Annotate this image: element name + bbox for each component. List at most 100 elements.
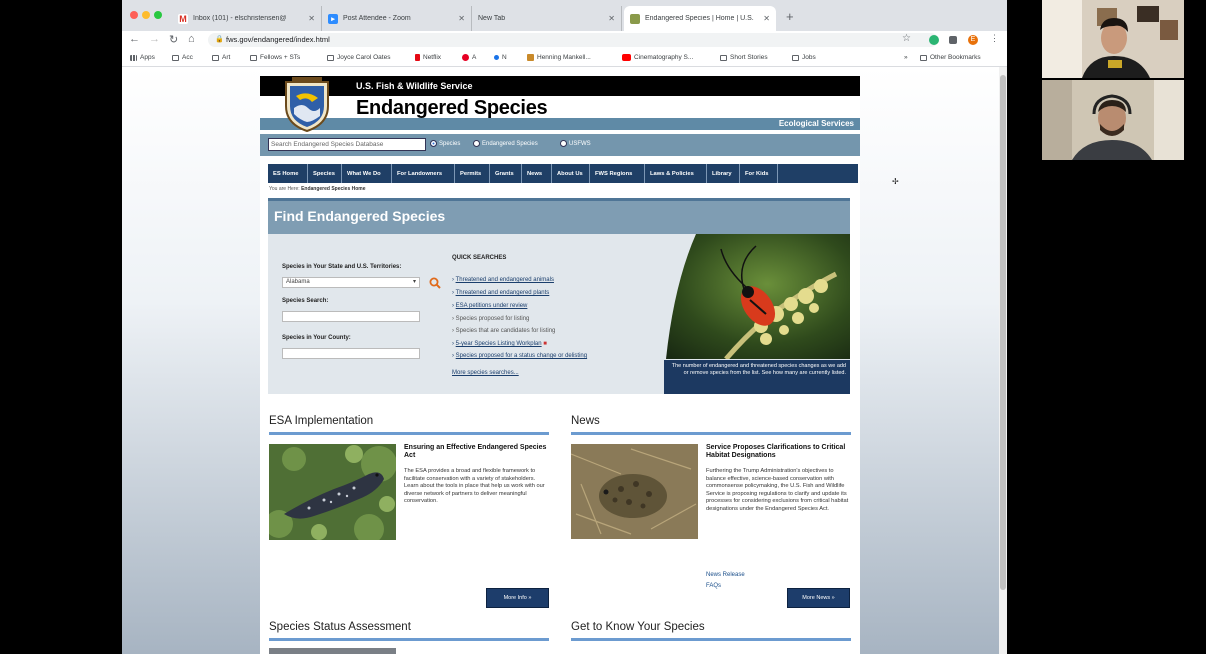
- forward-icon[interactable]: →: [149, 33, 160, 45]
- home-icon[interactable]: ⌂: [188, 33, 195, 45]
- quick-link[interactable]: › Threatened and endangered animals: [452, 277, 554, 283]
- salamander-photo: [269, 444, 396, 540]
- agency-name: U.S. Fish & Wildlife Service: [356, 81, 473, 91]
- quick-link[interactable]: › 5-year Species Listing Workplan ■: [452, 341, 547, 347]
- esa-article-title[interactable]: Ensuring an Effective Endangered Species…: [404, 444, 552, 460]
- address-bar[interactable]: 🔒 fws.gov/endangered/index.html: [208, 33, 938, 47]
- more-news-button[interactable]: More News »: [787, 588, 850, 608]
- page-viewport: U.S. Fish & Wildlife Service Endangered …: [122, 67, 999, 654]
- species-search-label: Species Search:: [282, 298, 329, 304]
- lock-icon: 🔒: [215, 36, 224, 43]
- scrollbar-thumb[interactable]: [1000, 75, 1006, 590]
- nav-species[interactable]: Species: [308, 164, 342, 183]
- bookmark-art[interactable]: Art: [212, 54, 230, 61]
- bookmark-cinematography[interactable]: Cinematography S...: [622, 54, 693, 61]
- extensions-puzzle-icon[interactable]: [949, 36, 957, 44]
- beetle-photo: [666, 234, 850, 359]
- site-search-input[interactable]: Search Endangered Species Database: [268, 138, 426, 151]
- bookmark-star-icon[interactable]: ☆: [902, 33, 911, 44]
- page-scrollbar[interactable]: [999, 67, 1007, 654]
- bookmark-fellows[interactable]: Fellows + STs: [250, 54, 300, 61]
- bookmark-a[interactable]: A: [462, 54, 476, 61]
- back-icon[interactable]: ←: [129, 33, 140, 45]
- section-rule: [571, 432, 851, 435]
- search-icon[interactable]: [429, 277, 441, 289]
- tab-gmail[interactable]: M Inbox (101) - elschristensen@ ✕: [172, 6, 322, 31]
- new-tab-button[interactable]: +: [786, 9, 794, 24]
- county-input[interactable]: [282, 348, 420, 359]
- tab-endangered-species[interactable]: Endangered Species | Home | U.S. ✕: [624, 6, 776, 31]
- bookmark-short-stories[interactable]: Short Stories: [720, 54, 768, 61]
- close-tab-icon[interactable]: ✕: [308, 14, 315, 23]
- county-label: Species in Your County:: [282, 335, 351, 341]
- bookmark-henning-mankell[interactable]: Henning Mankell...: [527, 54, 591, 61]
- species-count-caption[interactable]: The number of endangered and threatened …: [664, 360, 850, 394]
- profile-avatar[interactable]: E: [968, 35, 978, 45]
- bookmark-acc[interactable]: Acc: [172, 54, 193, 61]
- scope-radio-usfws[interactable]: USFWS: [560, 140, 591, 147]
- more-info-button[interactable]: More Info »: [486, 588, 549, 608]
- folder-icon: [212, 54, 219, 61]
- pinterest-icon: [462, 54, 469, 61]
- scope-radio-species[interactable]: Species: [430, 140, 460, 147]
- maximize-window-button[interactable]: [154, 11, 162, 19]
- bookmark-netflix[interactable]: Netflix: [415, 54, 441, 61]
- faqs-link[interactable]: FAQs: [706, 583, 721, 589]
- browser-window: M Inbox (101) - elschristensen@ ✕ ▸ Post…: [122, 0, 1007, 654]
- bookmark-other[interactable]: Other Bookmarks: [920, 54, 981, 61]
- folder-icon: [172, 54, 179, 61]
- more-species-searches-link[interactable]: More species searches...: [452, 370, 519, 376]
- minimize-window-button[interactable]: [142, 11, 150, 19]
- close-tab-icon[interactable]: ✕: [458, 14, 465, 23]
- fws-favicon-icon: [630, 13, 640, 24]
- bookmark-joyce-carol-oates[interactable]: Joyce Carol Oates: [327, 54, 390, 61]
- close-window-button[interactable]: [130, 11, 138, 19]
- nav-about-us[interactable]: About Us: [552, 164, 590, 183]
- close-tab-icon[interactable]: ✕: [608, 14, 615, 23]
- apps-grid-icon: [130, 54, 137, 61]
- browser-toolbar: ← → ↻ ⌂ 🔒 fws.gov/endangered/index.html …: [122, 31, 1007, 49]
- site-search-bar: Search Endangered Species Database Speci…: [260, 134, 860, 156]
- quick-link[interactable]: › Species that are candidates for listin…: [452, 328, 555, 334]
- nav-for-landowners[interactable]: For Landowners: [392, 164, 455, 183]
- more-bookmarks-button[interactable]: »: [904, 54, 908, 61]
- nav-es-home[interactable]: ES Home: [268, 164, 308, 183]
- bookmark-apps[interactable]: Apps: [130, 54, 155, 61]
- extension-grammarly-icon[interactable]: [929, 35, 939, 45]
- species-search-input[interactable]: [282, 311, 420, 322]
- find-species-panel: Find Endangered Species Species in Your …: [268, 198, 850, 394]
- quick-link[interactable]: › Threatened and endangered plants: [452, 290, 549, 296]
- nav-for-kids[interactable]: For Kids: [740, 164, 778, 183]
- nav-fws-regions[interactable]: FWS Regions: [590, 164, 645, 183]
- scope-radio-endangered-species[interactable]: Endangered Species: [473, 140, 538, 147]
- nav-what-we-do[interactable]: What We Do: [342, 164, 392, 183]
- nav-laws-policies[interactable]: Laws & Policies: [645, 164, 707, 183]
- news-article-title[interactable]: Service Proposes Clarifications to Criti…: [706, 444, 854, 460]
- netflix-icon: [415, 54, 420, 61]
- nav-permits[interactable]: Permits: [455, 164, 490, 183]
- nav-grants[interactable]: Grants: [490, 164, 522, 183]
- tab-new-tab[interactable]: New Tab ✕: [472, 6, 622, 31]
- fws-shield-logo-icon[interactable]: [282, 76, 332, 132]
- nav-library[interactable]: Library: [707, 164, 740, 183]
- news-release-link[interactable]: News Release: [706, 572, 745, 578]
- youtube-icon: [622, 54, 631, 61]
- ecological-services-label[interactable]: Ecological Services: [779, 119, 854, 128]
- close-tab-icon[interactable]: ✕: [763, 14, 770, 23]
- folder-icon: [327, 54, 334, 61]
- quick-link[interactable]: › ESA petitions under review: [452, 303, 527, 309]
- bookmark-jobs[interactable]: Jobs: [792, 54, 816, 61]
- bookmark-n[interactable]: N: [494, 54, 507, 61]
- site-title[interactable]: Endangered Species: [356, 97, 548, 120]
- state-select[interactable]: Alabama ▾: [282, 277, 420, 288]
- chevron-down-icon: ▾: [412, 279, 416, 285]
- breadcrumb-current[interactable]: Endangered Species Home: [301, 186, 365, 192]
- find-species-title: Find Endangered Species: [274, 208, 446, 224]
- reload-icon[interactable]: ↻: [169, 33, 178, 46]
- nav-news[interactable]: News: [522, 164, 552, 183]
- get-to-know-your-species-heading: Get to Know Your Species: [571, 621, 705, 633]
- quick-link[interactable]: › Species proposed for listing: [452, 316, 529, 322]
- tab-zoom[interactable]: ▸ Post Attendee - Zoom ✕: [322, 6, 472, 31]
- menu-kebab-icon[interactable]: ⋮: [990, 33, 999, 44]
- quick-link[interactable]: › Species proposed for a status change o…: [452, 353, 587, 359]
